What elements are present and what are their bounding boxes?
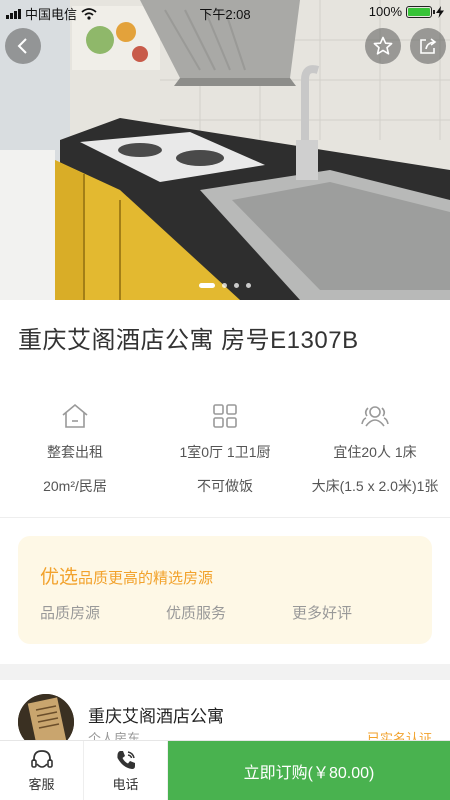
battery-icon (406, 5, 435, 18)
host-role: 个人房东 (88, 731, 141, 740)
feature-layout: 1室0厅 1卫1厨 不可做饭 (150, 400, 300, 500)
promo-tag: 优质服务 (166, 605, 227, 622)
feature-line2: 不可做饭 (197, 478, 253, 494)
people-icon (361, 406, 389, 427)
share-button[interactable] (410, 28, 446, 64)
gallery-dot[interactable] (222, 283, 227, 288)
host-name: 重庆艾阁酒店公寓 (88, 707, 224, 726)
avatar-image (18, 694, 74, 740)
feature-capacity: 宜住20人 1床 大床(1.5 x 2.0米)1张 (300, 400, 450, 500)
promo-tag: 品质房源 (40, 605, 101, 622)
promo-highlight: 优选 (40, 567, 79, 588)
premium-promo-card[interactable]: 优选品质更高的精选房源 品质房源 优质服务 更多好评 (18, 536, 432, 644)
section-spacer (0, 664, 450, 680)
feature-line1: 1室0厅 1卫1厨 (179, 444, 271, 460)
gallery-dot[interactable] (199, 283, 215, 288)
gallery-dot[interactable] (246, 283, 251, 288)
feature-line2: 20m²/民居 (43, 478, 107, 494)
photo-gallery[interactable]: 中国电信 下午2:08 100% (0, 0, 450, 300)
phone-label: 电话 (112, 777, 139, 792)
feature-rental-type: 整套出租 20m²/民居 (0, 400, 150, 500)
status-bar: 中国电信 下午2:08 100% (0, 0, 450, 24)
customer-service-button[interactable]: 客服 (0, 741, 84, 800)
back-button[interactable] (5, 28, 41, 64)
customer-service-label: 客服 (28, 777, 55, 792)
charging-icon (436, 5, 444, 18)
status-right: 100% (369, 4, 444, 19)
promo-tags: 品质房源 优质服务 更多好评 (40, 602, 418, 623)
feature-line1: 整套出租 (47, 444, 103, 460)
feature-row: 整套出租 20m²/民居 1室0厅 1卫1厨 不可做饭 宜住20人 1床 大床(… (0, 400, 450, 500)
promo-tag: 更多好评 (292, 605, 353, 622)
gallery-dot[interactable] (234, 283, 239, 288)
bottom-action-bar: 客服 电话 立即订购(￥80.00) (0, 740, 450, 800)
promo-tagline: 品质更高的精选房源 (78, 570, 214, 587)
headset-icon (30, 750, 53, 768)
grid-icon (213, 404, 237, 428)
section-divider (0, 517, 450, 518)
listing-title: 重庆艾阁酒店公寓 房号E1307B (18, 327, 359, 354)
host-card[interactable]: 重庆艾阁酒店公寓 个人房东 已实名认证 (0, 680, 450, 740)
share-icon (420, 38, 437, 54)
favorite-button[interactable] (365, 28, 401, 64)
star-icon (373, 36, 393, 55)
gallery-pager[interactable] (0, 283, 450, 288)
phone-icon (116, 751, 135, 769)
promo-heading: 优选品质更高的精选房源 (40, 562, 213, 589)
battery-percent: 100% (368, 4, 402, 19)
feature-line2: 大床(1.5 x 2.0米)1张 (311, 478, 439, 494)
avatar[interactable] (18, 694, 74, 740)
verified-badge: 已实名认证 (366, 731, 432, 740)
book-now-button[interactable]: 立即订购(￥80.00) (168, 741, 450, 800)
chevron-left-icon (17, 38, 27, 54)
house-icon (62, 403, 88, 428)
feature-line1: 宜住20人 1床 (333, 444, 417, 460)
phone-button[interactable]: 电话 (84, 741, 168, 800)
